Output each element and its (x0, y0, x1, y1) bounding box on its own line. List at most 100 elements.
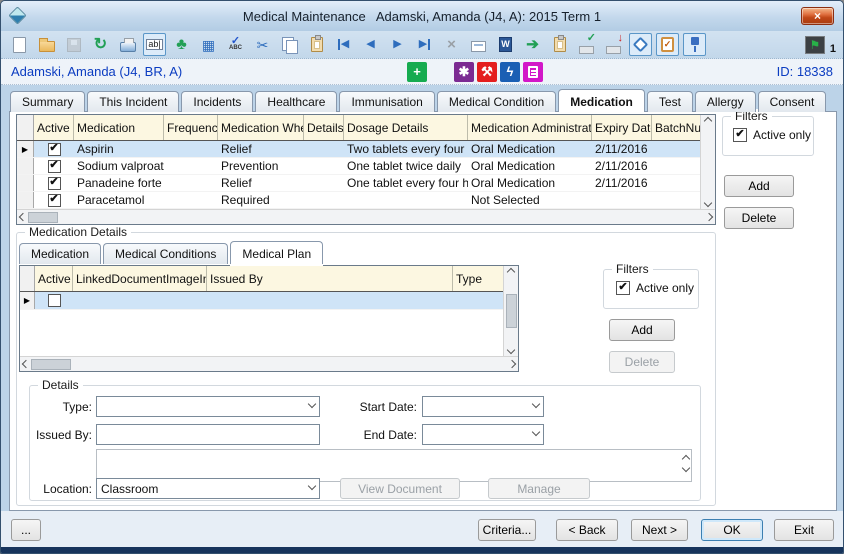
plan-active-only-filter[interactable]: ✔ Active only (616, 281, 694, 295)
copy-icon[interactable] (278, 33, 301, 56)
cut-icon[interactable]: ✂ (251, 33, 274, 56)
grid-icon[interactable]: ▦ (197, 33, 220, 56)
col-active[interactable]: Active (34, 115, 74, 140)
tab-medical-plan[interactable]: Medical Plan (230, 241, 324, 264)
delete-medication-button[interactable]: Delete (724, 207, 794, 229)
clipboard-status-icon[interactable] (523, 61, 543, 82)
medical-plan-row[interactable]: ▶ (20, 292, 503, 310)
active-checkbox[interactable]: ✔ (47, 193, 61, 207)
cell-medication[interactable]: Aspirin (74, 141, 164, 157)
vscroll-thumb[interactable] (505, 294, 517, 328)
scroll-right-icon[interactable] (704, 212, 714, 222)
active-only-filter[interactable]: ✔ Active only (733, 128, 811, 142)
scroll-up-icon[interactable] (703, 116, 713, 126)
medication-row-panadeine-forte[interactable]: ✔ Panadeine forte Relief One tablet ever… (17, 175, 700, 192)
scroll-down-icon[interactable] (703, 198, 713, 208)
col-frequency[interactable]: Frequency (164, 115, 218, 140)
plan-active-checkbox[interactable] (47, 294, 61, 307)
medication-grid-vscroll[interactable] (700, 115, 715, 209)
active-checkbox[interactable]: ✔ (47, 142, 61, 156)
first-record-icon[interactable]: ◀ (332, 33, 355, 56)
medication-row-paracetamol[interactable]: ✔ Paracetamol Required Not Selected (17, 192, 700, 209)
medication-row-aspirin[interactable]: ▶ ✔ Aspirin Relief Two tablets every fou… (17, 141, 700, 158)
type-combo[interactable] (96, 396, 320, 417)
star-status-icon[interactable]: ✱ (454, 61, 474, 82)
last-record-icon[interactable]: ▶ (413, 33, 436, 56)
open-folder-icon[interactable] (35, 33, 58, 56)
cell-medication[interactable]: Paracetamol (74, 192, 164, 208)
col-linked-document-image-index[interactable]: LinkedDocumentImageIndex (73, 266, 207, 291)
active-only-checkbox[interactable]: ✔ (733, 128, 747, 142)
start-date-combo[interactable] (422, 396, 544, 417)
new-document-icon[interactable] (8, 33, 31, 56)
location-combo[interactable]: Classroom (96, 478, 320, 499)
add-status-icon[interactable]: + (407, 61, 427, 82)
paste-icon[interactable] (305, 33, 328, 56)
col-expiry-date[interactable]: Expiry Date (592, 115, 652, 140)
col-details[interactable]: Details (304, 115, 344, 140)
scroll-left-icon[interactable] (18, 212, 28, 222)
scroll-up-icon[interactable] (506, 267, 516, 277)
end-date-combo[interactable] (422, 424, 544, 445)
cell-medication[interactable]: Panadeine forte (74, 175, 164, 191)
criteria-button[interactable]: Criteria... (478, 519, 536, 541)
tab-incidents[interactable]: Incidents (181, 91, 254, 112)
lightning-status-icon[interactable]: ϟ (500, 61, 520, 82)
print-icon[interactable] (116, 33, 139, 56)
col-medication-administration[interactable]: Medication Administration (468, 115, 592, 140)
hammer-status-icon[interactable]: ⚒ (477, 61, 497, 82)
col-plan-active[interactable]: Active (35, 266, 73, 291)
tab-medication[interactable]: Medication (558, 89, 645, 112)
tab-consent[interactable]: Consent (757, 91, 827, 112)
scroll-down-icon[interactable] (506, 345, 516, 355)
tab-this-incident[interactable]: This Incident (87, 91, 180, 112)
exit-button[interactable]: Exit (774, 519, 834, 541)
ok-button[interactable]: OK (701, 519, 763, 541)
next-record-icon[interactable]: ▶ (386, 33, 409, 56)
hscroll-thumb[interactable] (31, 358, 71, 370)
tab-healthcare[interactable]: Healthcare (255, 91, 338, 112)
back-button[interactable]: < Back (556, 519, 618, 541)
col-dosage-details[interactable]: Dosage Details (344, 115, 468, 140)
active-checkbox[interactable]: ✔ (47, 159, 61, 173)
col-issued-by[interactable]: Issued By (207, 266, 453, 291)
cell-medication[interactable]: Sodium valproate (74, 158, 164, 174)
tab-test[interactable]: Test (646, 91, 693, 112)
tab-allergy[interactable]: Allergy (694, 91, 756, 112)
medication-grid-hscroll[interactable] (17, 209, 715, 224)
spin-down-icon[interactable] (681, 463, 691, 473)
medical-plan-grid-hscroll[interactable] (20, 356, 518, 371)
next-button[interactable]: Next > (631, 519, 688, 541)
previous-record-icon[interactable]: ◀ (359, 33, 382, 56)
tab-summary[interactable]: Summary (10, 91, 86, 112)
tab-medication-detail[interactable]: Medication (19, 243, 102, 264)
spin-up-icon[interactable] (681, 454, 691, 464)
spellcheck-icon[interactable]: ✓ ABC (224, 33, 247, 56)
approve-icon[interactable]: ✓ (575, 33, 598, 56)
export-icon[interactable]: ➔ (521, 33, 544, 56)
find-icon[interactable]: ab| (143, 33, 166, 56)
medical-plan-grid-vscroll[interactable] (503, 266, 518, 356)
issued-by-input[interactable] (96, 424, 320, 445)
col-medication-when[interactable]: Medication When (218, 115, 304, 140)
plan-active-only-checkbox[interactable]: ✔ (616, 281, 630, 295)
tab-medical-conditions[interactable]: Medical Conditions (103, 243, 229, 264)
medication-row-sodium-valproate[interactable]: ✔ Sodium valproate Prevention One tablet… (17, 158, 700, 175)
checklist-icon[interactable]: ✓ (656, 33, 679, 56)
flag-icon[interactable]: ⚑ (804, 35, 825, 54)
memo-icon[interactable] (467, 33, 490, 56)
col-type[interactable]: Type (453, 266, 505, 291)
add-plan-button[interactable]: Add (609, 319, 675, 341)
pin-icon[interactable] (683, 33, 706, 56)
scroll-right-icon[interactable] (507, 359, 517, 369)
active-checkbox[interactable]: ✔ (47, 176, 61, 190)
col-batchnum[interactable]: BatchNum (652, 115, 700, 140)
clipboard-icon[interactable] (548, 33, 571, 56)
add-medication-button[interactable]: Add (724, 175, 794, 197)
import-icon[interactable]: ↓ (602, 33, 625, 56)
tab-immunisation[interactable]: Immunisation (339, 91, 435, 112)
tab-medical-condition[interactable]: Medical Condition (436, 91, 557, 112)
hscroll-thumb[interactable] (28, 211, 58, 223)
refresh-icon[interactable]: ↻ (89, 33, 112, 56)
tree-icon[interactable]: ♣ (170, 33, 193, 56)
